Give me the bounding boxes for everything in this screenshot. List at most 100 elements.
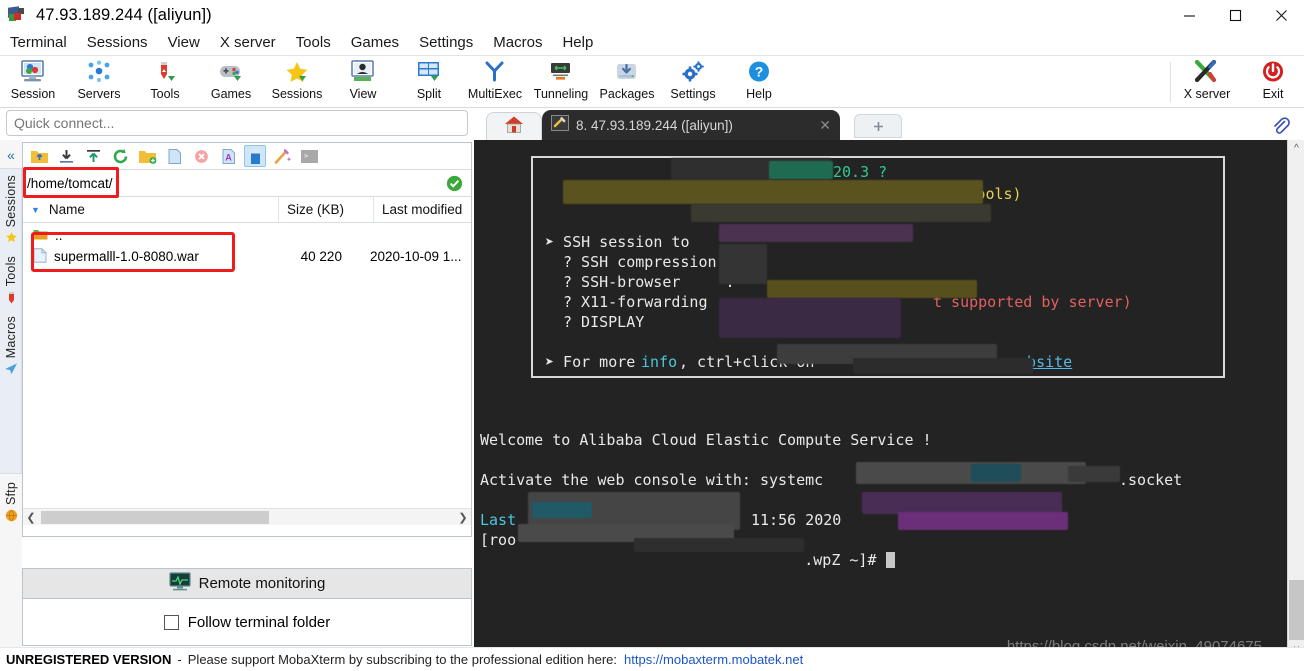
toolbar-session-label: Session [10, 87, 56, 101]
refresh-icon[interactable] [109, 145, 131, 167]
sidebar-item-sftp[interactable]: Sftp [0, 476, 22, 528]
toolbar-packages-button[interactable]: Packages [594, 58, 660, 106]
toolbar-games-button[interactable]: Games [198, 58, 264, 106]
sftp-horizontal-scrollbar[interactable]: ❮ ❯ [23, 508, 471, 525]
maximize-button[interactable] [1212, 0, 1258, 30]
scrollbar-thumb[interactable] [1289, 580, 1304, 640]
tab-active-session[interactable]: 8. 47.93.189.244 ([aliyun]) ✕ [542, 110, 840, 140]
mobaxterm-logo-icon [7, 5, 27, 25]
delete-icon[interactable] [190, 145, 212, 167]
column-header-name: Name [48, 202, 85, 217]
open-terminal-icon[interactable]: > [298, 145, 320, 167]
menu-settings[interactable]: Settings [409, 30, 483, 55]
toolbar-games-label: Games [210, 87, 252, 101]
sidebar-item-macros[interactable]: Macros [0, 310, 22, 381]
sftp-path-input[interactable] [27, 175, 407, 191]
toolbar-tunneling-button[interactable]: Tunneling [528, 58, 594, 106]
toolbar-servers-button[interactable]: Servers [66, 58, 132, 106]
redaction-block [563, 180, 983, 204]
toolbar-settings-button[interactable]: Settings [660, 58, 726, 106]
new-file-icon[interactable] [163, 145, 185, 167]
redaction-block [634, 538, 804, 552]
tools-icon [150, 58, 180, 86]
view-icon [348, 58, 378, 86]
menu-tools[interactable]: Tools [286, 30, 341, 55]
remote-monitoring-label: Remote monitoring [198, 575, 326, 592]
toolbar-sessions-label: Sessions [271, 87, 323, 101]
close-button[interactable] [1258, 0, 1304, 30]
toolbar-x-server-button[interactable]: X server [1174, 58, 1240, 106]
sidebar-item-tools-label: Tools [4, 256, 18, 287]
toolbar-tools-button[interactable]: Tools [132, 58, 198, 106]
remote-monitoring-button[interactable]: Remote monitoring [22, 568, 472, 599]
new-tab-button[interactable] [854, 114, 902, 138]
column-header-modified[interactable]: Last modified [373, 196, 470, 223]
tab-close-icon[interactable]: ✕ [819, 117, 831, 134]
banner-line-ssh-compression: ? SSH compression : [563, 253, 735, 271]
toolbar-tools-label: Tools [150, 87, 180, 101]
terminal-line-lastlogin-time: 11:56 2020 [751, 511, 842, 529]
scrollbar-thumb[interactable] [41, 510, 269, 524]
toolbar-help-button[interactable]: ? Help [726, 58, 792, 106]
scroll-right-arrow-icon[interactable]: ❯ [455, 511, 471, 524]
menu-macros[interactable]: Macros [483, 30, 552, 55]
list-item[interactable]: supermalll-1.0-8080.war 40 220 2020-10-0… [23, 246, 471, 267]
terminal-line-welcome: Welcome to Alibaba Cloud Elastic Compute… [480, 431, 932, 449]
split-icon [414, 58, 444, 86]
tab-home[interactable] [486, 112, 542, 140]
follow-terminal-folder-row[interactable]: Follow terminal folder [22, 599, 472, 646]
menu-view[interactable]: View [158, 30, 210, 55]
minimize-button[interactable] [1166, 0, 1212, 30]
quick-connect-box[interactable] [6, 110, 468, 136]
banner-line-display: ? DISPLAY : [563, 313, 735, 331]
rail-tab-group-sftp: Sftp [0, 476, 22, 556]
hex-editor-icon[interactable] [244, 145, 266, 167]
sftp-path-bar[interactable] [23, 167, 471, 198]
terminal-area[interactable]: 20.3 ? ( ing tools) ➤ SSH session to ? S… [474, 140, 1304, 658]
banner-line-x11-forwarding: ? X11-forwarding : [563, 293, 735, 311]
menu-games[interactable]: Games [341, 30, 409, 55]
toolbar-separator [1170, 62, 1171, 102]
upload-icon[interactable] [82, 145, 104, 167]
toolbar-view-label: View [349, 87, 377, 101]
sidebar-item-tools[interactable]: Tools [0, 250, 22, 309]
toolbar-help-label: Help [746, 87, 772, 101]
servers-icon [84, 58, 114, 86]
toolbar-split-label: Split [416, 87, 442, 101]
menu-terminal[interactable]: Terminal [0, 30, 77, 55]
toolbar-sessions-button[interactable]: Sessions [264, 58, 330, 106]
banner-line-info-word: info [641, 353, 678, 371]
menu-sessions[interactable]: Sessions [77, 30, 158, 55]
toolbar-tunneling-label: Tunneling [533, 87, 589, 101]
menu-help[interactable]: Help [552, 30, 603, 55]
parent-folder-icon[interactable] [28, 145, 50, 167]
quick-connect-input[interactable] [14, 115, 467, 131]
scroll-left-arrow-icon[interactable]: ❮ [23, 511, 39, 524]
sort-caret-down-icon: ▼ [31, 204, 40, 215]
scroll-up-arrow-icon[interactable]: ^ [1288, 140, 1304, 157]
paperclip-icon[interactable] [1270, 115, 1290, 140]
terminal-vertical-scrollbar[interactable]: ^ ˅ [1287, 140, 1304, 658]
download-icon[interactable] [55, 145, 77, 167]
magic-wand-icon[interactable] [271, 145, 293, 167]
menu-x-server[interactable]: X server [210, 30, 286, 55]
ssh-plug-icon [551, 114, 569, 136]
column-header-name-cell[interactable]: ▼ Name [23, 202, 278, 217]
sidebar-item-sessions[interactable]: Sessions [0, 169, 22, 250]
scrollbar-track[interactable] [39, 510, 455, 525]
status-dash: - [177, 652, 182, 667]
collapse-panel-button[interactable]: « [2, 144, 20, 166]
toolbar-split-button[interactable]: Split [396, 58, 462, 106]
toolbar-multiexec-button[interactable]: MultiExec [462, 58, 528, 106]
file-icon [33, 247, 47, 266]
toolbar-session-button[interactable]: Session [0, 58, 66, 106]
new-folder-icon[interactable] [136, 145, 158, 167]
text-editor-icon[interactable]: A [217, 145, 239, 167]
toolbar-view-button[interactable]: View [330, 58, 396, 106]
column-header-size[interactable]: Size (KB) [278, 196, 373, 223]
list-item[interactable]: .. [23, 225, 471, 246]
mobatek-link[interactable]: https://mobaxterm.mobatek.net [624, 652, 803, 667]
exit-power-icon [1258, 58, 1288, 86]
toolbar-exit-button[interactable]: Exit [1240, 58, 1304, 106]
follow-terminal-folder-checkbox[interactable] [163, 614, 179, 630]
